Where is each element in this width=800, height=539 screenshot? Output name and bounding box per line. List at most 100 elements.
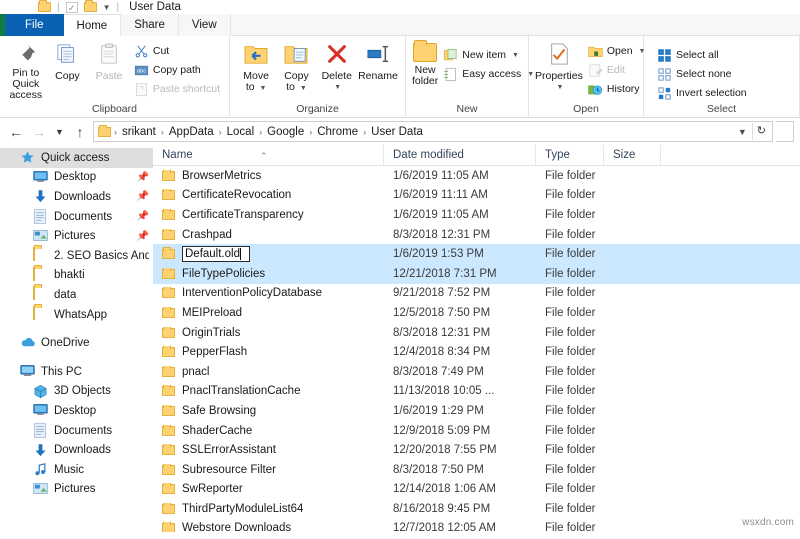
- sidebar-item-seo-basics[interactable]: 2. SEO Basics And Ir: [0, 246, 153, 266]
- sidebar-item-pictures-pc[interactable]: Pictures: [0, 480, 153, 500]
- sidebar-item-downloads-pc[interactable]: Downloads: [0, 440, 153, 460]
- forward-button[interactable]: →: [29, 122, 49, 142]
- table-row[interactable]: SSLErrorAssistant 12/20/2018 7:55 PM Fil…: [153, 440, 800, 460]
- address-breadcrumb-box[interactable]: › srikant › AppData › Local › Google › C…: [93, 121, 773, 142]
- sidebar-item-quick-access[interactable]: Quick access: [0, 148, 153, 168]
- paste-button[interactable]: Paste: [89, 40, 129, 82]
- copy-path-button[interactable]: abc Copy path: [131, 61, 223, 79]
- table-row[interactable]: InterventionPolicyDatabase 9/21/2018 7:5…: [153, 284, 800, 304]
- breadcrumb-chrome[interactable]: Chrome: [313, 126, 362, 138]
- up-button[interactable]: ↑: [70, 122, 90, 142]
- sidebar-item-music[interactable]: Music: [0, 460, 153, 480]
- table-row[interactable]: FileTypePolicies 12/21/2018 7:31 PM File…: [153, 263, 800, 284]
- pin-to-quick-access-button[interactable]: Pin to Quick access: [6, 40, 46, 101]
- sidebar-item-bhakti[interactable]: bhakti: [0, 266, 153, 286]
- pin-icon[interactable]: 📌: [137, 172, 149, 183]
- sidebar-item-whatsapp[interactable]: WhatsApp: [0, 305, 153, 325]
- sidebar-item-this-pc[interactable]: This PC: [0, 362, 153, 382]
- column-header-date-modified[interactable]: Date modified: [384, 145, 536, 166]
- table-row[interactable]: Webstore Downloads 12/7/2018 12:05 AM Fi…: [153, 519, 800, 532]
- column-header-type[interactable]: Type: [536, 145, 604, 166]
- tab-file[interactable]: File: [5, 14, 64, 36]
- delete-button[interactable]: Delete ▼: [317, 40, 357, 93]
- new-item-caret-icon[interactable]: ▼: [512, 52, 519, 59]
- search-input[interactable]: [776, 121, 794, 142]
- tab-home[interactable]: Home: [63, 14, 122, 36]
- sidebar-item-3d-objects[interactable]: 3D Objects: [0, 382, 153, 402]
- breadcrumb-srikant[interactable]: srikant: [118, 126, 160, 138]
- move-to-button[interactable]: Move to ▼: [236, 40, 276, 94]
- sidebar-item-onedrive[interactable]: OneDrive: [0, 333, 153, 353]
- new-item-button[interactable]: New item ▼: [440, 46, 537, 64]
- table-row[interactable]: Safe Browsing 1/6/2019 1:29 PM File fold…: [153, 401, 800, 421]
- table-row[interactable]: SwReporter 12/14/2018 1:06 AM File folde…: [153, 480, 800, 500]
- sidebar-item-documents[interactable]: Documents 📌: [0, 207, 153, 227]
- select-small-buttons: Select all Select none Invert selection: [650, 40, 750, 102]
- table-row[interactable]: Crashpad 8/3/2018 12:31 PM File folder: [153, 225, 800, 245]
- rename-input[interactable]: Default.old: [182, 246, 250, 263]
- table-row[interactable]: CertificateRevocation 1/6/2019 11:11 AM …: [153, 186, 800, 206]
- sidebar-item-data[interactable]: data: [0, 285, 153, 305]
- table-row[interactable]: PnaclTranslationCache 11/13/2018 10:05 .…: [153, 382, 800, 402]
- table-row[interactable]: ShaderCache 12/9/2018 5:09 PM File folde…: [153, 421, 800, 441]
- ribbon-group-label-select: Select: [706, 103, 737, 115]
- pin-icon[interactable]: 📌: [137, 231, 149, 242]
- open-button[interactable]: Open ▼: [585, 42, 649, 60]
- table-row[interactable]: OriginTrials 8/3/2018 12:31 PM File fold…: [153, 323, 800, 343]
- easy-access-button[interactable]: Easy access ▼: [440, 65, 537, 83]
- file-type-cell: File folder: [545, 522, 596, 532]
- table-row[interactable]: MEIPreload 12/5/2018 7:50 PM File folder: [153, 303, 800, 323]
- tab-share[interactable]: Share: [121, 14, 179, 36]
- table-row[interactable]: CertificateTransparency 1/6/2019 11:05 A…: [153, 205, 800, 225]
- table-row[interactable]: Subresource Filter 8/3/2018 7:50 PM File…: [153, 460, 800, 480]
- file-name-text: CertificateTransparency: [182, 208, 304, 221]
- new-small-buttons: New item ▼ Easy access ▼: [440, 40, 537, 83]
- column-header-size[interactable]: Size: [604, 145, 661, 166]
- rename-button[interactable]: Rename: [357, 40, 399, 82]
- recent-locations-button[interactable]: ▼: [52, 122, 67, 142]
- copy-button[interactable]: Copy: [48, 40, 88, 82]
- breadcrumb-google[interactable]: Google: [263, 126, 308, 138]
- column-header-name[interactable]: Name ⌃: [153, 145, 384, 166]
- pin-icon[interactable]: 📌: [137, 191, 149, 202]
- cut-button[interactable]: Cut: [131, 42, 223, 60]
- table-row-renaming[interactable]: Default.old 1/6/2019 1:53 PM File folder: [153, 244, 800, 264]
- select-all-button[interactable]: Select all: [654, 46, 750, 64]
- address-dropdown-icon[interactable]: ▼: [733, 127, 752, 137]
- copy-to-caret-icon: ▼: [299, 85, 307, 92]
- sidebar-item-pictures[interactable]: Pictures 📌: [0, 226, 153, 246]
- copy-to-button[interactable]: Copy to ▼: [276, 40, 316, 94]
- sidebar-label-documents: Documents: [54, 210, 113, 223]
- open-icon: [588, 44, 603, 59]
- qat-properties-icon[interactable]: ✓: [65, 1, 78, 13]
- sidebar-item-desktop-pc[interactable]: Desktop: [0, 401, 153, 421]
- table-row[interactable]: pnacl 8/3/2018 7:49 PM File folder: [153, 362, 800, 382]
- delete-caret-icon[interactable]: ▼: [334, 82, 341, 93]
- history-button[interactable]: History: [585, 80, 649, 98]
- table-row[interactable]: ThirdPartyModuleList64 8/16/2018 9:45 PM…: [153, 499, 800, 519]
- sidebar-item-desktop[interactable]: Desktop 📌: [0, 168, 153, 188]
- paste-shortcut-button[interactable]: Paste shortcut: [131, 80, 223, 98]
- edit-button[interactable]: Edit: [585, 61, 649, 79]
- pin-icon[interactable]: 📌: [137, 211, 149, 222]
- properties-button[interactable]: Properties ▼: [535, 40, 583, 93]
- sidebar-item-documents-pc[interactable]: Documents: [0, 421, 153, 441]
- breadcrumb-appdata[interactable]: AppData: [165, 126, 218, 138]
- qat-customize-caret-icon[interactable]: ▼: [103, 3, 111, 12]
- refresh-icon[interactable]: ↻: [751, 123, 770, 140]
- file-name-cell: PepperFlash: [153, 346, 384, 358]
- qat-folder-icon[interactable]: [38, 0, 51, 12]
- table-row[interactable]: BrowserMetrics 1/6/2019 11:05 AM File fo…: [153, 166, 800, 186]
- table-row[interactable]: PepperFlash 12/4/2018 8:34 PM File folde…: [153, 342, 800, 362]
- breadcrumb-user-data[interactable]: User Data: [367, 126, 427, 138]
- new-folder-button[interactable]: New folder: [412, 40, 438, 87]
- properties-caret-icon[interactable]: ▼: [556, 82, 563, 93]
- select-none-button[interactable]: Select none: [654, 65, 750, 83]
- breadcrumb-local[interactable]: Local: [223, 126, 259, 138]
- sidebar-item-downloads[interactable]: Downloads 📌: [0, 187, 153, 207]
- back-button[interactable]: ←: [6, 122, 26, 142]
- qat-new-folder-icon[interactable]: [83, 0, 97, 12]
- new-folder-label-2: folder: [412, 75, 439, 87]
- invert-selection-button[interactable]: Invert selection: [654, 84, 750, 102]
- tab-view[interactable]: View: [178, 14, 231, 36]
